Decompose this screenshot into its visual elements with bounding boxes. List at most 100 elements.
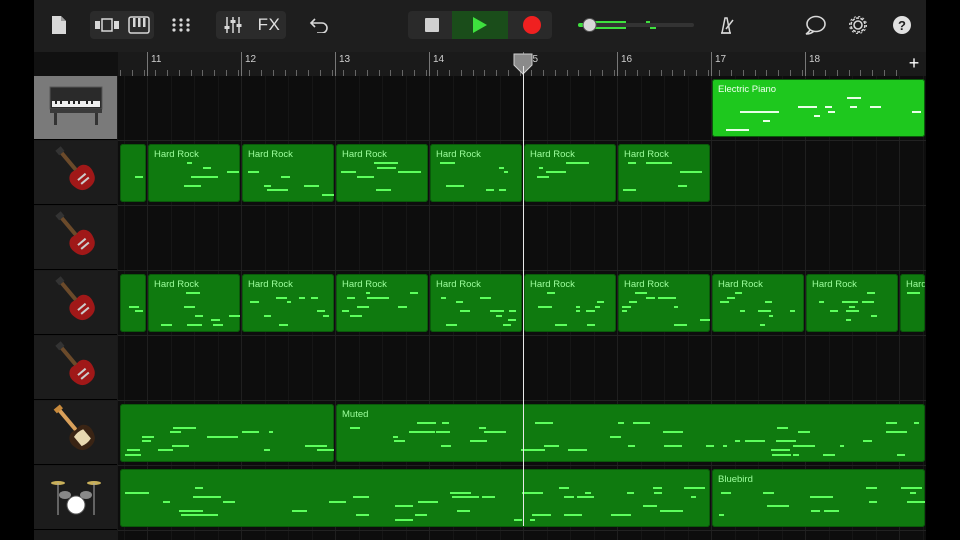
midi-note <box>394 518 414 521</box>
midi-note <box>323 314 329 317</box>
loop-browser-icon[interactable] <box>804 11 828 39</box>
midi-note <box>498 189 506 191</box>
midi-region[interactable]: Hard Rock <box>148 144 240 202</box>
midi-region[interactable]: Hard Rock <box>148 274 240 332</box>
midi-note <box>886 422 897 424</box>
region-label: Hard Rock <box>248 149 293 160</box>
midi-note <box>483 431 506 433</box>
midi-note <box>673 305 679 308</box>
smart-controls-grid-icon[interactable] <box>167 11 195 39</box>
midi-note <box>677 184 688 187</box>
midi-region[interactable]: Hard Rock <box>242 144 334 202</box>
midi-note <box>321 193 334 196</box>
region-label: Muted <box>342 409 369 420</box>
midi-note <box>241 431 259 433</box>
undo-icon[interactable] <box>306 11 332 39</box>
track-lane[interactable] <box>118 336 926 401</box>
fx-button[interactable]: FX <box>254 11 284 39</box>
midi-region[interactable]: Hard Rock <box>712 274 804 332</box>
ruler-bar-line <box>335 52 336 76</box>
midi-note <box>187 162 193 164</box>
midi-region[interactable] <box>119 404 334 462</box>
midi-region[interactable]: Bluebird <box>712 469 925 527</box>
midi-note <box>446 323 457 326</box>
midi-note <box>719 514 724 516</box>
midi-note <box>195 314 204 317</box>
electric-guitar-icon <box>50 209 102 266</box>
midi-region[interactable]: Muted <box>336 404 925 462</box>
midi-note <box>503 323 511 326</box>
track-header-electric-guitar[interactable] <box>34 271 117 335</box>
midi-region[interactable]: Hard Rock <box>524 144 616 202</box>
midi-region[interactable]: Hard <box>900 274 925 332</box>
ruler-bar-number: 16 <box>621 54 633 65</box>
midi-region[interactable]: Hard Rock <box>430 144 522 202</box>
master-volume-slider[interactable] <box>578 11 696 39</box>
view-toggle-group <box>90 11 154 39</box>
midi-note <box>276 296 287 299</box>
midi-note <box>722 301 728 303</box>
midi-region[interactable]: Hard Rock <box>336 274 428 332</box>
track-header-electric-guitar[interactable] <box>34 206 117 270</box>
midi-note <box>772 453 791 456</box>
midi-note <box>206 435 227 438</box>
midi-region[interactable] <box>119 469 710 527</box>
midi-region[interactable]: Hard Rock <box>524 274 616 332</box>
play-button[interactable] <box>452 11 508 39</box>
midi-note <box>576 162 589 164</box>
midi-note <box>479 296 491 299</box>
tracks-view-icon[interactable] <box>92 11 122 39</box>
track-lane[interactable] <box>118 206 926 271</box>
midi-region[interactable]: Hard Rock <box>336 144 428 202</box>
drum-kit-icon <box>50 473 102 522</box>
midi-note <box>287 301 292 303</box>
add-track-button[interactable]: + <box>904 53 924 74</box>
settings-gear-icon[interactable] <box>846 11 870 39</box>
midi-note <box>247 171 260 173</box>
midi-note <box>868 500 878 503</box>
track-header-electric-guitar[interactable] <box>34 336 117 400</box>
my-songs-icon[interactable] <box>48 11 70 39</box>
stop-button[interactable] <box>408 11 456 39</box>
midi-region[interactable] <box>119 144 146 202</box>
midi-note <box>664 444 683 447</box>
midi-note <box>617 422 625 424</box>
track-header-electric-piano[interactable] <box>34 76 117 140</box>
midi-note <box>530 518 535 521</box>
metronome-icon[interactable] <box>714 11 738 39</box>
midi-region[interactable]: Hard Rock <box>430 274 522 332</box>
help-button[interactable]: ? <box>890 11 914 39</box>
track-header-bass-guitar[interactable] <box>34 401 117 465</box>
midi-note <box>142 435 154 438</box>
midi-note <box>495 314 503 317</box>
record-button[interactable] <box>508 11 552 39</box>
track-header-electric-guitar[interactable] <box>34 141 117 205</box>
midi-note <box>566 162 578 164</box>
midi-region[interactable]: Electric Piano <box>712 79 925 137</box>
midi-note <box>346 296 356 299</box>
midi-note <box>455 301 463 303</box>
midi-note <box>568 449 587 451</box>
midi-note <box>734 440 740 442</box>
midi-region[interactable]: Hard Rock <box>242 274 334 332</box>
keyboard-icon[interactable] <box>126 11 152 39</box>
midi-note <box>180 514 204 516</box>
midi-note <box>268 431 274 433</box>
midi-note <box>376 166 397 169</box>
garageband-tracks-view: FX ? 11 12 13 14 15 16 17 18 + Electric … <box>34 0 926 540</box>
track-header-drum-kit[interactable] <box>34 466 117 530</box>
midi-note <box>366 296 379 299</box>
midi-note <box>470 440 487 442</box>
midi-region[interactable]: Hard Rock <box>618 144 710 202</box>
mixer-sliders-icon[interactable] <box>220 11 246 39</box>
midi-note <box>186 323 198 326</box>
midi-note <box>485 189 495 191</box>
midi-region[interactable]: Hard Rock <box>618 274 710 332</box>
midi-note <box>646 296 656 299</box>
midi-note <box>818 301 824 303</box>
midi-region[interactable]: Hard Rock <box>806 274 898 332</box>
midi-note <box>628 162 637 164</box>
midi-region[interactable] <box>119 274 146 332</box>
midi-note <box>479 426 487 429</box>
ruler-bar-line <box>617 52 618 76</box>
